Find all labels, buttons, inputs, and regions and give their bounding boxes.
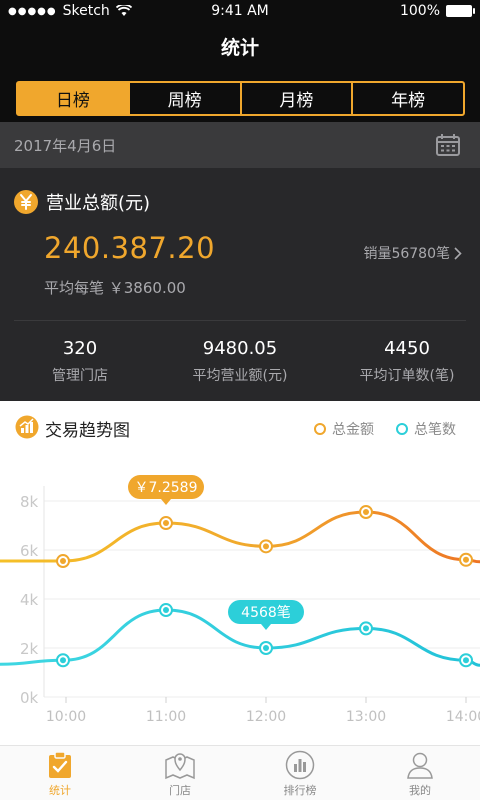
- callout-label: ￥7.2589: [135, 480, 198, 496]
- trend-chart-card: 交易趋势图 总金额 总笔数 0k 2k 4k 6k 8k 10:00 11:00 12:00 1…: [0, 401, 480, 745]
- legend-item-count: 总笔数: [396, 419, 456, 439]
- data-point-center: [163, 520, 169, 527]
- tab-day[interactable]: 日榜: [18, 83, 130, 114]
- data-point-center: [263, 645, 269, 651]
- x-tick-label: 11:00: [146, 709, 186, 725]
- bar-chart-icon: [285, 750, 315, 780]
- tab-month[interactable]: 月榜: [242, 83, 354, 114]
- stat-label: 平均订单数(笔): [359, 368, 455, 384]
- x-tick-label: 14:00: [446, 709, 480, 725]
- revenue-summary-card: 营业总额(元) 240.387.20 销量56780笔 平均每笔 ￥3860.0…: [0, 168, 480, 401]
- data-point-center: [463, 556, 469, 563]
- trend-chart-icon: [15, 415, 39, 439]
- average-per-order: 平均每笔 ￥3860.00: [44, 279, 186, 297]
- data-point-center: [363, 625, 369, 632]
- tabbar-label: 门店: [169, 784, 191, 797]
- clipboard-check-icon: [49, 751, 71, 778]
- legend-label: 总金额: [332, 422, 374, 438]
- date-selector: 2017年4月6日: [0, 122, 480, 168]
- callout-label: 4568笔: [241, 605, 291, 621]
- bottom-tab-bar: 统计 门店 排行榜 我的: [0, 745, 480, 800]
- data-point-center: [60, 558, 66, 565]
- status-bar: ●●●●● Sketch 9:41 AM 100%: [0, 0, 480, 22]
- tabbar-item-stores[interactable]: 门店: [120, 746, 240, 800]
- x-tick-label: 10:00: [46, 709, 86, 725]
- legend-ring-icon: [314, 423, 326, 435]
- callout-pointer: [261, 624, 271, 630]
- revenue-amount: 240.387.20: [44, 231, 216, 265]
- data-point-center: [463, 657, 469, 664]
- trend-line-chart: 0k 2k 4k 6k 8k 10:00 11:00 12:00 13:00 14:00 ￥7.25…: [0, 475, 480, 725]
- battery-icon: [446, 5, 475, 17]
- stat-label: 平均营业额(元): [192, 368, 288, 384]
- tabbar-item-profile[interactable]: 我的: [360, 746, 480, 800]
- legend-ring-icon: [396, 423, 408, 435]
- tabbar-item-ranking[interactable]: 排行榜: [240, 746, 360, 800]
- stat-stores: 320 管理门店: [0, 338, 160, 385]
- selected-date: 2017年4月6日: [14, 137, 117, 155]
- data-point-center: [163, 607, 169, 614]
- y-tick-label: 4k: [20, 591, 39, 609]
- y-tick-label: 0k: [20, 689, 39, 707]
- tab-year[interactable]: 年榜: [353, 83, 463, 114]
- legend-item-amount: 总金额: [314, 419, 374, 439]
- page-title: 统计: [0, 22, 480, 74]
- divider: [14, 320, 466, 321]
- callout-pointer: [161, 499, 171, 506]
- tabbar-item-stats[interactable]: 统计: [0, 746, 120, 800]
- tab-week[interactable]: 周榜: [130, 83, 242, 114]
- chevron-right-icon: [454, 246, 462, 260]
- stat-value: 4450: [384, 338, 430, 359]
- x-tick-label: 13:00: [346, 709, 386, 725]
- stat-value: 320: [62, 338, 98, 359]
- map-pin-icon: [165, 753, 195, 780]
- y-tick-label: 6k: [20, 542, 39, 560]
- battery-percent: 100%: [399, 3, 440, 19]
- sales-count-link[interactable]: 销量56780笔: [363, 243, 462, 263]
- trend-title: 交易趋势图: [45, 421, 130, 441]
- y-tick-label: 2k: [20, 640, 39, 658]
- stat-label: 管理门店: [52, 368, 108, 384]
- stat-value: 9480.05: [202, 338, 278, 359]
- y-tick-label: 8k: [20, 493, 39, 511]
- calendar-icon[interactable]: [436, 133, 460, 157]
- tabbar-label: 排行榜: [283, 784, 317, 797]
- period-tabs-bar: 日榜 周榜 月榜 年榜: [0, 74, 480, 122]
- data-point-center: [363, 509, 369, 516]
- user-icon: [407, 752, 433, 779]
- period-segmented-control: 日榜 周榜 月榜 年榜: [16, 81, 465, 116]
- tabbar-label: 统计: [49, 784, 71, 797]
- legend-label: 总笔数: [414, 422, 456, 438]
- series-line: [0, 510, 480, 564]
- revenue-title: 营业总额(元): [46, 193, 151, 214]
- yuan-coin-icon: [14, 190, 38, 214]
- sales-count: 销量56780笔: [363, 246, 450, 262]
- tabbar-label: 我的: [409, 784, 431, 797]
- data-point-center: [60, 657, 66, 664]
- data-point-center: [263, 543, 269, 550]
- stat-avg-orders: 4450 平均订单数(笔): [327, 338, 480, 385]
- stat-avg-revenue: 9480.05 平均营业额(元): [160, 338, 320, 385]
- x-tick-label: 12:00: [246, 709, 286, 725]
